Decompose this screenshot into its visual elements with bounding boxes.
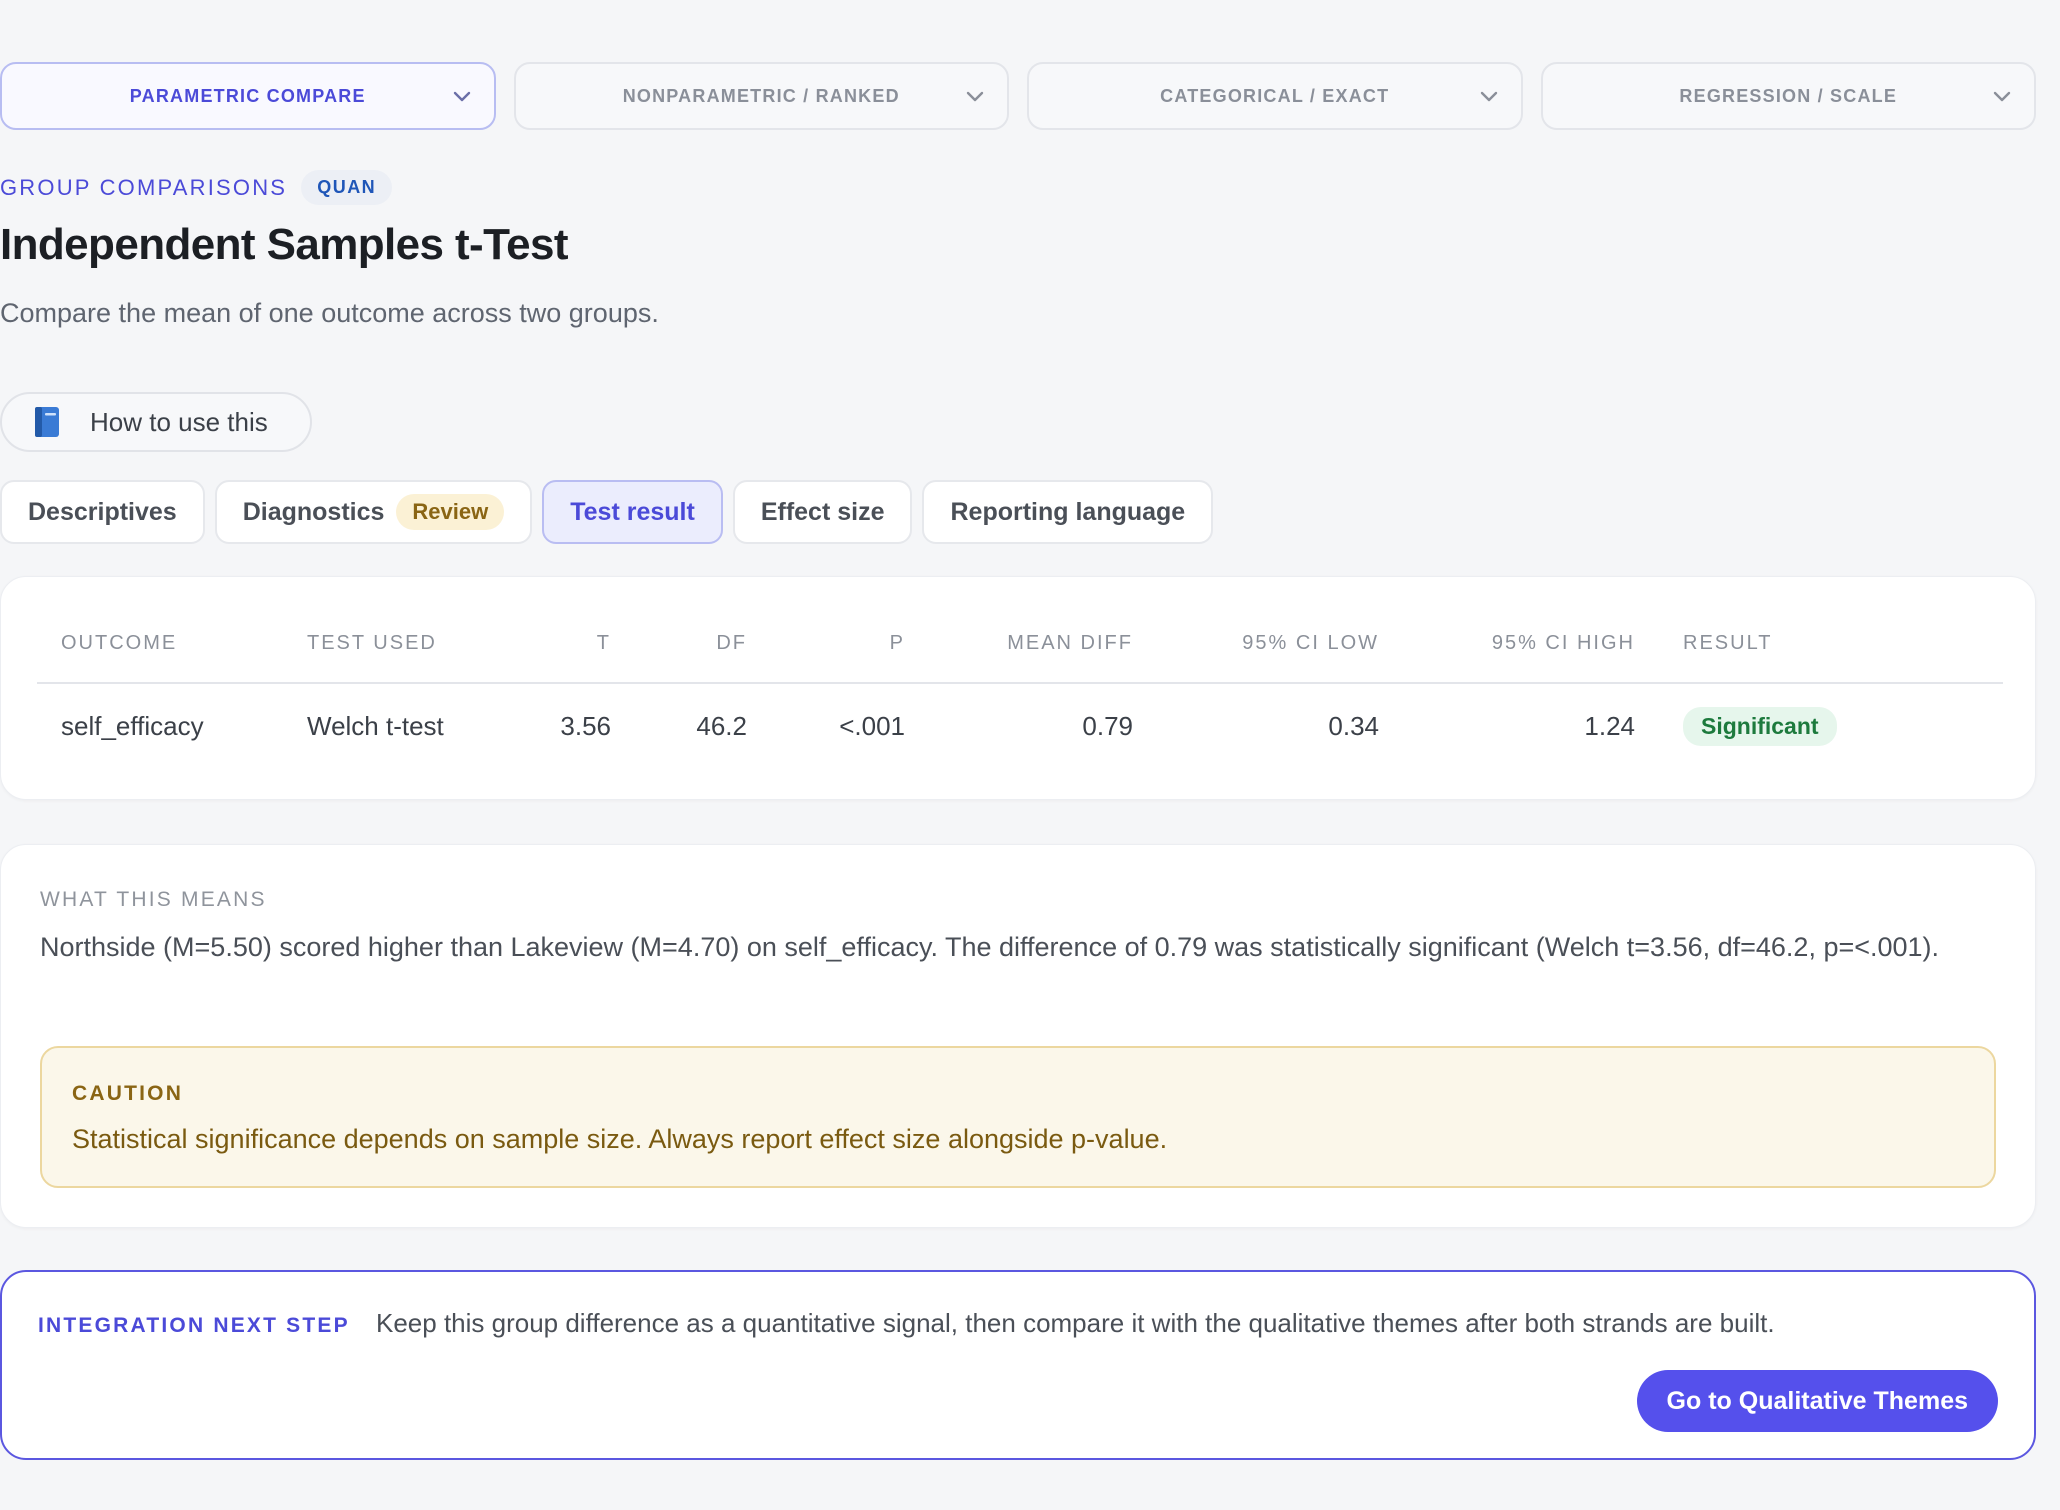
tab-descriptives[interactable]: Descriptives	[0, 480, 205, 544]
outcome-cell: self_efficacy	[61, 711, 204, 741]
strand-badge: QUAN	[301, 170, 393, 205]
section-category-label: GROUP COMPARISONS	[0, 174, 288, 200]
category-label: REGRESSION / SCALE	[1679, 85, 1898, 106]
chevron-down-icon	[966, 91, 984, 102]
results-table: OUTCOME TEST USED T DF P MEAN DIFF 95% C…	[37, 605, 2003, 769]
interpretation-label: WHAT THIS MEANS	[40, 888, 267, 911]
chevron-down-icon	[1993, 91, 2011, 102]
column-header: P	[747, 605, 905, 684]
category-label: CATEGORICAL / EXACT	[1160, 85, 1390, 106]
df-cell: 46.2	[696, 711, 747, 741]
tab-effect-size[interactable]: Effect size	[732, 480, 913, 544]
result-tabs: Descriptives Diagnostics Review Test res…	[0, 480, 1214, 544]
column-header: 95% CI LOW	[1133, 605, 1379, 684]
column-header: DF	[611, 605, 747, 684]
test-used-cell: Welch t-test	[307, 711, 444, 741]
chevron-down-icon	[453, 91, 470, 102]
column-header: T	[509, 605, 611, 684]
page-subtitle: Compare the mean of one outcome across t…	[0, 298, 659, 328]
ci-low-cell: 0.34	[1328, 711, 1379, 741]
category-categorical-exact[interactable]: CATEGORICAL / EXACT	[1027, 62, 1523, 130]
p-cell: <.001	[839, 711, 905, 741]
tab-diagnostics[interactable]: Diagnostics Review	[214, 480, 533, 544]
go-to-qualitative-themes-button[interactable]: Go to Qualitative Themes	[1636, 1370, 1998, 1432]
caution-callout: CAUTION Statistical significance depends…	[40, 1046, 1996, 1188]
ci-high-cell: 1.24	[1584, 711, 1635, 741]
how-to-use-label: How to use this	[90, 406, 268, 437]
table-row: self_efficacy Welch t-test 3.56 46.2 <.0…	[37, 683, 2003, 769]
significant-badge: Significant	[1683, 707, 1837, 746]
book-icon	[35, 407, 59, 437]
column-header: MEAN DIFF	[905, 605, 1133, 684]
chevron-down-icon	[1480, 91, 1497, 102]
review-badge: Review	[396, 494, 505, 530]
result-cell: Significant	[1635, 683, 2003, 769]
t-cell: 3.56	[560, 711, 611, 741]
tab-label: Diagnostics	[242, 497, 385, 526]
caution-text: Statistical significance depends on samp…	[72, 1124, 1168, 1154]
how-to-use-button[interactable]: How to use this	[0, 392, 312, 452]
column-header: OUTCOME	[37, 605, 283, 684]
section-eyebrow: GROUP COMPARISONS QUAN	[0, 170, 393, 205]
integration-next-step-card: INTEGRATION NEXT STEP Keep this group di…	[0, 1270, 2036, 1460]
method-category-row: PARAMETRIC COMPARE NONPARAMETRIC / RANKE…	[0, 62, 2036, 130]
mean-diff-cell: 0.79	[1082, 711, 1133, 741]
category-label: NONPARAMETRIC / RANKED	[622, 85, 900, 106]
category-label: PARAMETRIC COMPARE	[129, 85, 366, 106]
tab-reporting-language[interactable]: Reporting language	[922, 480, 1214, 544]
tab-label: Effect size	[760, 497, 885, 526]
integration-text: Keep this group difference as a quantita…	[376, 1308, 1775, 1338]
column-header: TEST USED	[283, 605, 509, 684]
tab-test-result[interactable]: Test result	[542, 480, 723, 544]
category-nonparametric-ranked[interactable]: NONPARAMETRIC / RANKED	[513, 62, 1009, 130]
tab-label: Reporting language	[950, 497, 1186, 526]
page-title: Independent Samples t-Test	[0, 220, 569, 269]
interpretation-text: Northside (M=5.50) scored higher than La…	[40, 932, 1940, 962]
category-regression-scale[interactable]: REGRESSION / SCALE	[1540, 62, 2036, 130]
test-result-card: OUTCOME TEST USED T DF P MEAN DIFF 95% C…	[0, 576, 2036, 800]
integration-label: INTEGRATION NEXT STEP	[38, 1314, 350, 1337]
tab-label: Test result	[570, 497, 695, 526]
table-header-row: OUTCOME TEST USED T DF P MEAN DIFF 95% C…	[37, 605, 2003, 684]
tab-label: Descriptives	[28, 497, 177, 526]
caution-label: CAUTION	[72, 1082, 184, 1105]
column-header: 95% CI HIGH	[1379, 605, 1635, 684]
column-header: RESULT	[1635, 605, 2003, 684]
category-parametric-compare[interactable]: PARAMETRIC COMPARE	[0, 62, 496, 130]
